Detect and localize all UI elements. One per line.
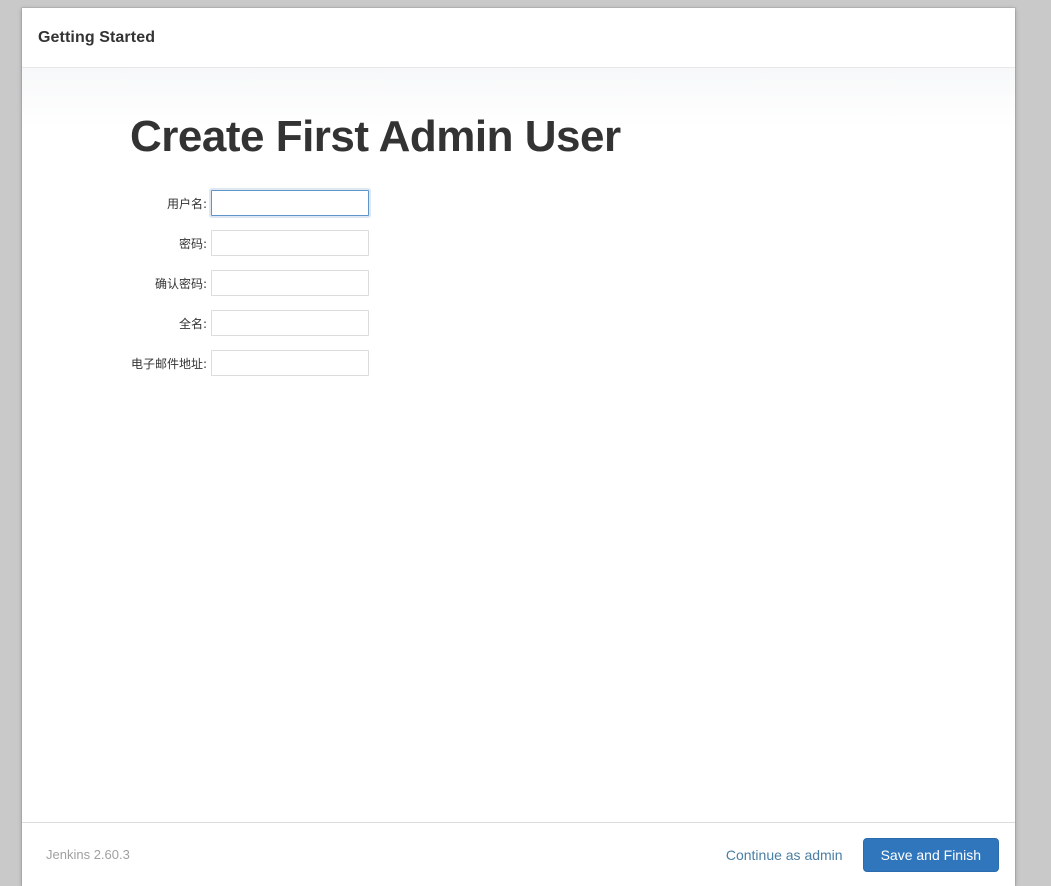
wizard-footer: Jenkins 2.60.3 Continue as admin Save an… <box>22 822 1015 886</box>
jenkins-version-label: Jenkins 2.60.3 <box>46 847 130 862</box>
form-row-username: 用户名: <box>130 183 370 223</box>
form-row-fullname: 全名: <box>130 303 370 343</box>
continue-as-admin-link[interactable]: Continue as admin <box>724 841 845 869</box>
form-row-password: 密码: <box>130 223 370 263</box>
username-input[interactable] <box>211 190 370 217</box>
admin-user-form: 用户名: 密码: 确认密码: 全名: 电子邮件地址: <box>130 183 370 383</box>
form-row-email: 电子邮件地址: <box>130 343 370 383</box>
label-confirm-password: 确认密码: <box>155 276 208 291</box>
setup-wizard-panel: Getting Started Create First Admin User … <box>22 8 1015 886</box>
page-header-title: Getting Started <box>38 28 156 46</box>
confirm-password-input[interactable] <box>211 270 370 297</box>
page-title: Create First Admin User <box>130 112 621 161</box>
save-and-finish-button[interactable]: Save and Finish <box>862 837 999 872</box>
email-input[interactable] <box>211 350 370 377</box>
label-password: 密码: <box>179 236 208 251</box>
label-fullname: 全名: <box>179 316 208 331</box>
form-row-confirm-password: 确认密码: <box>130 263 370 303</box>
footer-actions: Continue as admin Save and Finish <box>724 837 999 872</box>
label-username: 用户名: <box>167 196 208 211</box>
fullname-input[interactable] <box>211 310 370 337</box>
wizard-content-area: Create First Admin User 用户名: 密码: 确认密码: 全… <box>22 68 1015 822</box>
wizard-header: Getting Started <box>22 8 1015 68</box>
label-email: 电子邮件地址: <box>131 356 208 371</box>
password-input[interactable] <box>211 230 370 257</box>
